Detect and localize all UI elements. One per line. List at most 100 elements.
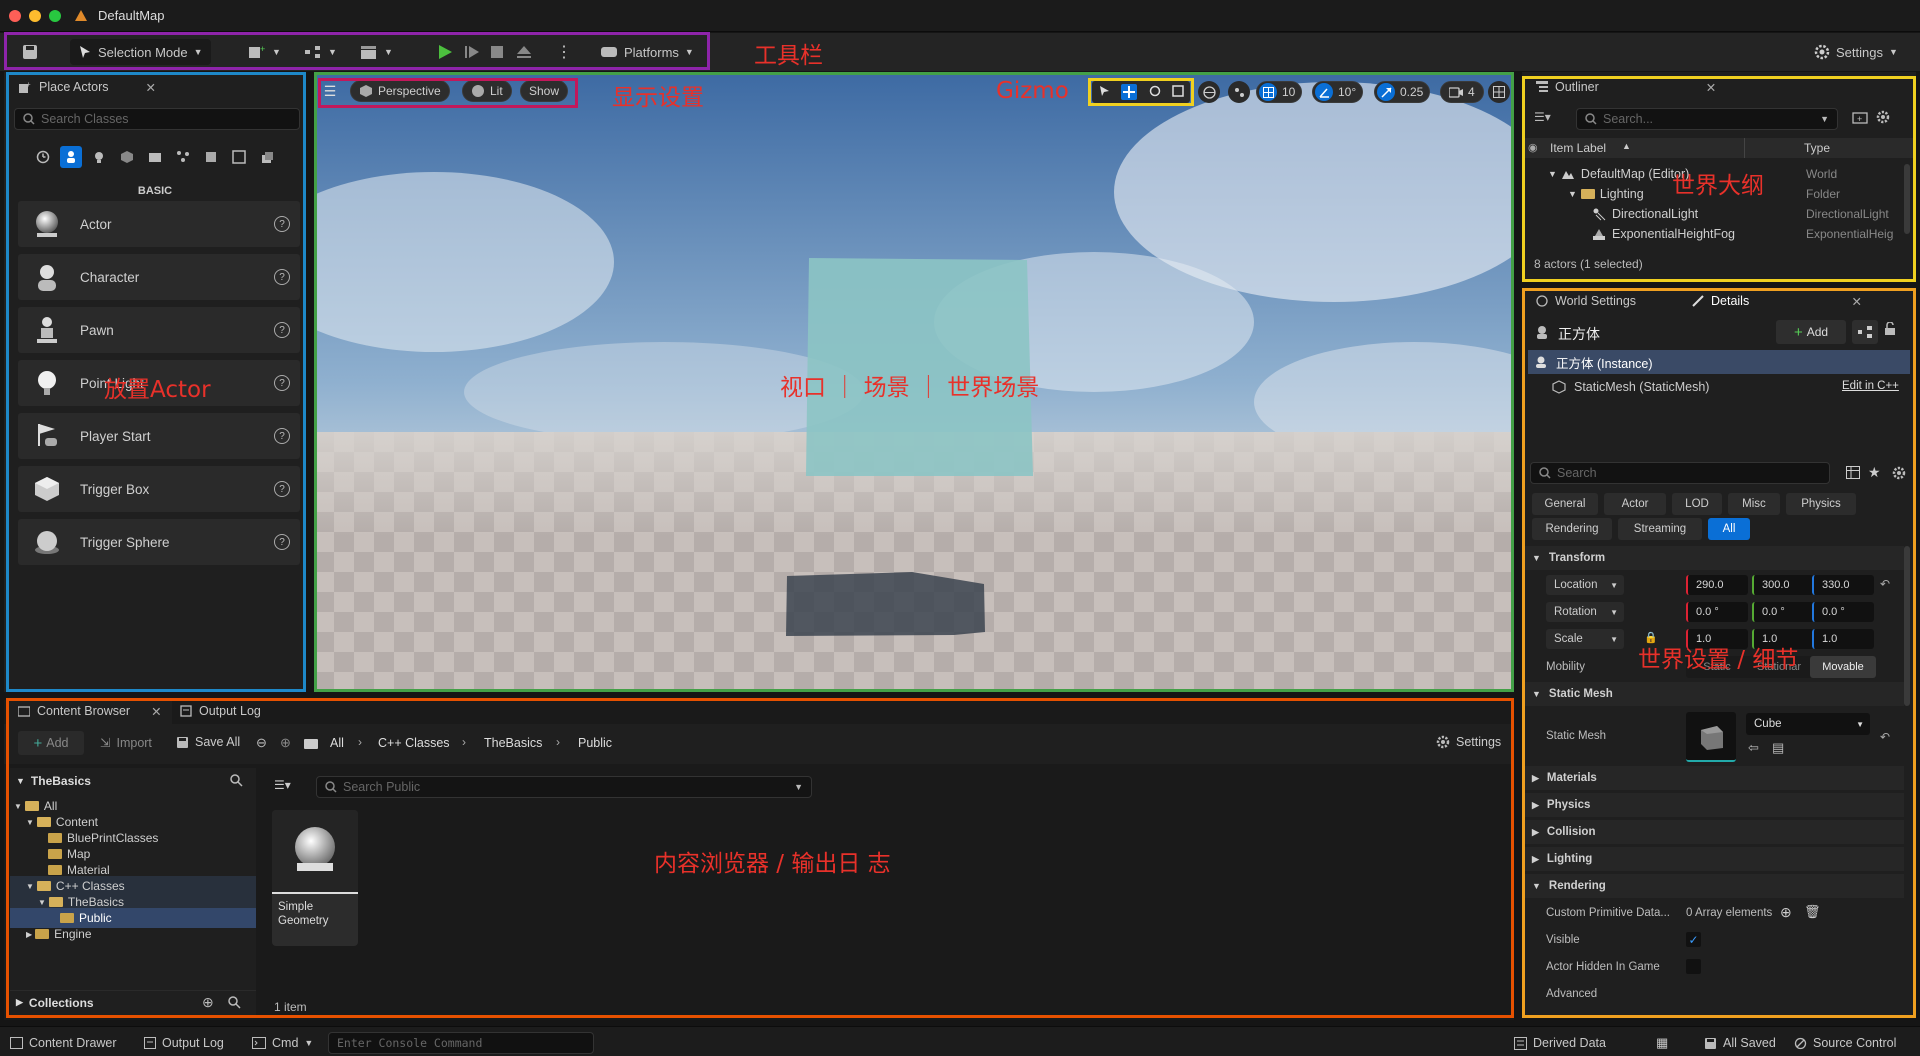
advanced-expander[interactable]: Advanced [1546, 988, 1597, 1000]
reset-location-icon[interactable]: ↶ [1880, 577, 1890, 591]
outliner-row-world[interactable]: ▼ DefaultMap (Editor) [1548, 164, 1689, 184]
breadcrumb-cpp-classes[interactable]: C++ Classes [378, 736, 450, 750]
add-content-button[interactable]: + ▼ [240, 40, 289, 64]
breadcrumb-thebasics[interactable]: TheBasics [484, 736, 542, 750]
cmd-dropdown[interactable]: Cmd ▼ [252, 1033, 313, 1053]
volumes-category-icon[interactable] [200, 146, 222, 168]
close-icon[interactable]: ✕ [1852, 294, 1862, 309]
search-classes-input[interactable]: Search Classes [14, 108, 300, 130]
gear-icon[interactable] [1876, 110, 1890, 127]
shapes-category-icon[interactable] [116, 146, 138, 168]
actor-item-trigger-box[interactable]: Trigger Box? [18, 466, 300, 512]
close-icon[interactable]: ✕ [145, 80, 155, 95]
help-icon[interactable]: ? [274, 428, 290, 444]
browse-arrow-icon[interactable]: ⇦ [1748, 740, 1759, 756]
trash-icon[interactable]: 🗑 [1804, 904, 1821, 920]
actor-item-character[interactable]: Character? [18, 254, 300, 300]
output-log-button[interactable]: Output Log [144, 1033, 224, 1053]
materials-section-header[interactable]: ▶ Materials [1524, 766, 1904, 790]
scale-snap-button[interactable]: 0.25 [1374, 81, 1431, 103]
sources-root[interactable]: ▼ TheBasics [16, 774, 91, 788]
type-column[interactable]: Type [1804, 141, 1830, 155]
close-icon[interactable]: ✕ [1706, 80, 1716, 95]
add-folder-icon[interactable]: + [1852, 110, 1868, 127]
platforms-dropdown[interactable]: Platforms ▼ [592, 40, 702, 64]
tab-content-browser[interactable]: Content Browser ✕ [8, 698, 172, 724]
viewport-menu-icon[interactable]: ☰ [320, 80, 340, 102]
all-classes-category-icon[interactable] [228, 146, 250, 168]
help-icon[interactable]: ? [274, 481, 290, 497]
item-label-column[interactable]: Item Label [1550, 141, 1606, 155]
search-icon[interactable] [230, 774, 243, 790]
asset-tile[interactable]: Simple Geometry [272, 810, 358, 946]
settings-button[interactable]: Settings ▼ [1806, 40, 1906, 64]
physics-section-header[interactable]: ▶ Physics [1524, 793, 1904, 817]
filter-icon[interactable]: ☰▾ [1534, 110, 1551, 124]
grid-snap-button[interactable]: 10 [1256, 81, 1303, 103]
minimize-window-button[interactable] [29, 10, 41, 22]
location-z-field[interactable]: 330.0 [1812, 575, 1874, 595]
content-drawer-button[interactable]: Content Drawer [10, 1033, 117, 1053]
component-static-mesh-row[interactable]: StaticMesh (StaticMesh) [1552, 376, 1709, 398]
scale-dropdown[interactable]: Scale ▼ [1546, 629, 1624, 649]
static-mesh-section-header[interactable]: ▼ Static Mesh [1524, 682, 1904, 706]
breadcrumb-all[interactable]: All [330, 736, 344, 750]
all-saved-button[interactable]: All Saved [1704, 1033, 1776, 1053]
help-icon[interactable]: ? [274, 216, 290, 232]
lit-button[interactable]: Lit [462, 80, 512, 102]
lighting-section-header[interactable]: ▶ Lighting [1524, 847, 1904, 871]
breadcrumb-public[interactable]: Public [578, 736, 612, 750]
outliner-row-height-fog[interactable]: ExponentialHeightFog [1592, 224, 1735, 244]
filter-rendering[interactable]: Rendering [1532, 518, 1612, 540]
collision-section-header[interactable]: ▶ Collision [1524, 820, 1904, 844]
static-mesh-thumbnail[interactable] [1686, 712, 1736, 762]
eject-button[interactable] [508, 40, 540, 64]
search-icon[interactable] [228, 996, 241, 1012]
actor-item-player-start[interactable]: Player Start? [18, 413, 300, 459]
rotation-x-field[interactable]: 0.0 ° [1686, 602, 1748, 622]
details-search-input[interactable]: Search [1530, 462, 1830, 484]
recent-icon[interactable] [32, 146, 54, 168]
visible-checkbox[interactable]: ✓ [1686, 932, 1701, 947]
tree-engine[interactable]: ▶ Engine [26, 924, 92, 944]
tab-output-log[interactable]: Output Log [170, 698, 271, 724]
details-scrollbar[interactable] [1904, 546, 1910, 706]
browse-folder-icon[interactable]: ▤ [1772, 740, 1784, 756]
basic-category-icon[interactable] [60, 146, 82, 168]
location-dropdown[interactable]: Location ▼ [1546, 575, 1624, 595]
content-settings-button[interactable]: Settings [1436, 735, 1501, 749]
blueprint-button[interactable]: ▼ [296, 40, 345, 64]
source-control-button[interactable]: Source Control [1794, 1033, 1896, 1053]
select-tool-icon[interactable] [1098, 85, 1110, 100]
cinematic-category-icon[interactable] [144, 146, 166, 168]
favorite-star-icon[interactable]: ★ [1868, 464, 1881, 481]
add-component-button[interactable]: + Add [1776, 320, 1846, 344]
tab-outliner[interactable]: Outliner ✕ [1526, 74, 1726, 100]
forward-icon[interactable]: ⊕ [280, 735, 291, 751]
help-icon[interactable]: ? [274, 269, 290, 285]
table-view-icon[interactable] [1846, 466, 1860, 482]
help-icon[interactable]: ? [274, 534, 290, 550]
world-space-icon[interactable] [1198, 81, 1220, 103]
filter-streaming[interactable]: Streaming [1618, 518, 1702, 540]
more-options-icon[interactable]: ⋮ [548, 40, 580, 64]
actor-item-pawn[interactable]: Pawn? [18, 307, 300, 353]
scale-tool-icon[interactable] [1172, 84, 1184, 100]
expand-arrow-icon[interactable]: ▼ [1568, 189, 1577, 199]
visual-effects-category-icon[interactable] [172, 146, 194, 168]
outliner-scrollbar[interactable] [1904, 164, 1910, 234]
filter-all[interactable]: All [1708, 518, 1750, 540]
cinematics-button[interactable]: ▼ [352, 40, 401, 64]
outliner-search-input[interactable]: Search... ▼ [1576, 108, 1838, 130]
collections-header[interactable]: ▶ Collections [10, 990, 256, 1014]
add-collection-icon[interactable]: ⊕ [202, 994, 214, 1011]
derived-data-button[interactable]: Derived Data [1514, 1033, 1606, 1053]
save-icon[interactable] [14, 40, 46, 64]
rotate-tool-icon[interactable] [1149, 85, 1161, 100]
help-icon[interactable]: ? [274, 322, 290, 338]
location-y-field[interactable]: 300.0 [1752, 575, 1814, 595]
tab-world-settings[interactable]: World Settings [1526, 288, 1646, 314]
rotation-y-field[interactable]: 0.0 ° [1752, 602, 1814, 622]
add-element-icon[interactable]: ⊕ [1780, 904, 1792, 921]
transform-section-header[interactable]: ▼ Transform [1524, 546, 1904, 570]
